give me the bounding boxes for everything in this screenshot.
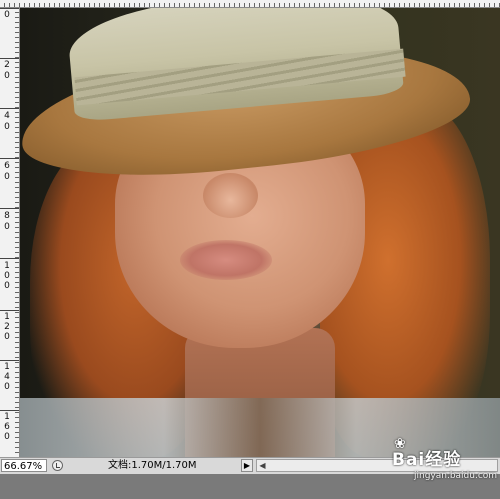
ruler-label: 0 — [4, 281, 10, 291]
ruler-major-tick — [0, 108, 19, 109]
ruler-label: 0 — [4, 271, 10, 281]
ruler-label: 0 — [4, 222, 10, 232]
clock-icon[interactable] — [52, 460, 63, 471]
ruler-major-tick — [0, 208, 19, 209]
ruler-major-tick — [0, 410, 19, 411]
zoom-level-field[interactable]: 66.67% — [1, 459, 47, 472]
watermark-brand: Bai经验 — [392, 450, 462, 470]
baidu-jingyan-watermark: ❀ Bai经验 jingyan.baidu.com — [392, 436, 498, 490]
ruler-major-tick — [0, 310, 19, 311]
ruler-label: 2 — [4, 60, 10, 70]
ruler-label: 0 — [4, 432, 10, 442]
ruler-label: 0 — [4, 382, 10, 392]
ruler-label: 1 — [4, 362, 10, 372]
ruler-label: 6 — [4, 161, 10, 171]
ruler-label: 4 — [4, 111, 10, 121]
ruler-major-tick — [0, 258, 19, 259]
ruler-label: 4 — [4, 372, 10, 382]
ruler-label: 2 — [4, 322, 10, 332]
ruler-label: 1 — [4, 261, 10, 271]
ruler-label: 8 — [4, 211, 10, 221]
ruler-label: 1 — [4, 312, 10, 322]
ruler-label: 0 — [4, 332, 10, 342]
status-menu-arrow-button[interactable]: ▶ — [241, 459, 253, 472]
photo-nose — [203, 173, 258, 218]
photo-lips — [180, 240, 272, 280]
ruler-label: 0 — [4, 71, 10, 81]
ruler-label: 0 — [4, 172, 10, 182]
image-canvas[interactable] — [20, 8, 500, 457]
ruler-major-tick — [0, 360, 19, 361]
ruler-major-tick — [0, 158, 19, 159]
ruler-label: 0 — [4, 10, 10, 20]
left-ruler[interactable]: 0 2 0 4 0 6 0 8 0 1 0 0 1 2 0 1 4 0 1 6 … — [0, 8, 20, 457]
ruler-major-tick — [0, 58, 19, 59]
watermark-url: jingyan.baidu.com — [414, 471, 498, 481]
document-size-info: 文档:1.70M/1.70M — [108, 460, 197, 471]
ruler-label: 0 — [4, 122, 10, 132]
top-ruler[interactable] — [0, 0, 500, 8]
ruler-major-tick — [0, 8, 19, 9]
scroll-left-arrow-icon[interactable]: ◀ — [257, 460, 268, 471]
ruler-label: 6 — [4, 422, 10, 432]
ruler-label: 1 — [4, 412, 10, 422]
